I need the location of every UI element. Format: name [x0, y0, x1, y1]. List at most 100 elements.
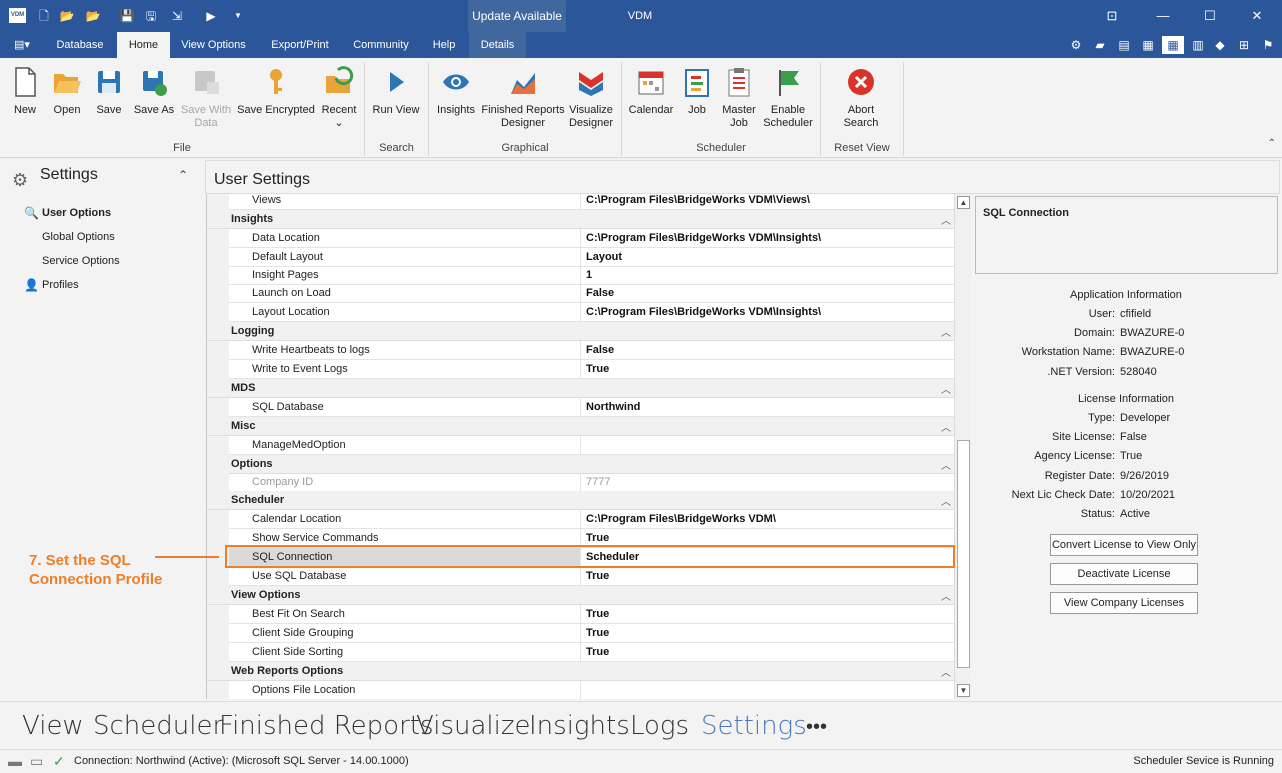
collapse-chevron-icon[interactable]: ︿ [941, 212, 951, 227]
property-row[interactable]: Options File Location [207, 681, 954, 699]
collapse-chevron-icon[interactable]: ︿ [941, 457, 951, 472]
print-icon[interactable]: ▬ [8, 753, 22, 769]
update-available-button[interactable]: Update Available [468, 0, 566, 32]
category-scheduler[interactable]: Scheduler ︿ [207, 491, 954, 510]
property-value[interactable]: True [582, 360, 609, 378]
open-folder-icon[interactable]: 📂 [58, 7, 76, 25]
vertical-scrollbar[interactable]: ▲ ▼ [954, 194, 971, 699]
tab-view-options[interactable]: View Options [171, 32, 256, 58]
nav-settings[interactable]: Settings [701, 711, 807, 741]
deactivate-license-button[interactable]: Deactivate License [1050, 563, 1198, 585]
nav-user-options[interactable]: User Options [42, 207, 111, 219]
nav-global-options[interactable]: Global Options [42, 231, 115, 243]
nav-view[interactable]: View [22, 711, 84, 741]
minimize-icon[interactable]: — [1140, 0, 1186, 32]
tab-details[interactable]: Details [469, 32, 526, 58]
property-value[interactable]: True [582, 624, 609, 642]
connection-icon[interactable]: ▭ [30, 753, 43, 770]
save-as-button[interactable]: Save As [133, 66, 175, 117]
nav-logs[interactable]: Logs [630, 711, 689, 741]
nav-service-options[interactable]: Service Options [42, 255, 120, 267]
calendar-button[interactable]: Calendar [627, 66, 675, 117]
property-row[interactable]: Write Heartbeats to logs False [207, 341, 954, 360]
category-view-options[interactable]: View Options ︿ [207, 586, 954, 605]
nav-insights[interactable]: Insights [529, 711, 630, 741]
property-value[interactable]: False [582, 341, 614, 359]
property-row[interactable]: Client Side Sorting True [207, 643, 954, 662]
nav-scheduler[interactable]: Scheduler [93, 711, 223, 741]
property-value[interactable]: C:\Program Files\BridgeWorks VDM\Insight… [582, 229, 821, 247]
view-company-licenses-button[interactable]: View Company Licenses [1050, 592, 1198, 614]
property-value[interactable]: 1 [582, 266, 592, 284]
customize-dropdown-icon[interactable]: ▼ [229, 7, 247, 25]
finished-reports-designer-button[interactable]: Finished Reports Designer [480, 66, 566, 130]
run-view-button[interactable]: Run View [372, 66, 420, 117]
ribbon-collapse-icon[interactable]: ⌃ [1268, 138, 1276, 149]
settings-doc-icon[interactable]: ⚙ [1067, 36, 1085, 54]
enable-scheduler-button[interactable]: Enable Scheduler [762, 66, 814, 130]
close-icon[interactable]: ✕ [1234, 0, 1280, 32]
property-row[interactable]: ManageMedOption [207, 436, 954, 455]
category-web-reports-options[interactable]: Web Reports Options ︿ [207, 662, 954, 681]
property-row[interactable]: Views C:\Program Files\BridgeWorks VDM\V… [207, 194, 954, 210]
recent-button[interactable]: Recent ⌄ [320, 66, 358, 130]
property-row[interactable]: Data Location C:\Program Files\BridgeWork… [207, 229, 954, 248]
insights-button[interactable]: Insights [434, 66, 478, 117]
save-button[interactable]: Save [94, 66, 124, 117]
nav-finished-reports[interactable]: Finished Reports [219, 711, 434, 741]
save-icon[interactable]: 💾 [118, 7, 136, 25]
file-menu-icon[interactable]: ▤▾ [8, 32, 36, 58]
category-insights[interactable]: Insights ︿ [207, 210, 954, 229]
property-value[interactable]: C:\Program Files\BridgeWorks VDM\Views\ [582, 194, 810, 209]
property-value[interactable]: Layout [582, 248, 622, 266]
flag-icon[interactable]: ⚑ [1259, 36, 1277, 54]
new-button[interactable]: New [10, 66, 40, 117]
property-row[interactable]: Layout Location C:\Program Files\BridgeWo… [207, 303, 954, 322]
collapse-chevron-icon[interactable]: ︿ [941, 381, 951, 396]
tab-community[interactable]: Community [344, 32, 418, 58]
visualize-designer-button[interactable]: Visualize Designer [568, 66, 614, 130]
new-file-icon[interactable]: 🗋 [35, 7, 53, 25]
property-row[interactable]: Client Side Grouping True [207, 624, 954, 643]
crop-icon[interactable]: ⊞ [1235, 36, 1253, 54]
folder-icon[interactable]: ▰ [1091, 36, 1109, 54]
property-row[interactable]: Default Layout Layout [207, 248, 954, 267]
columns-view-icon[interactable]: ▥ [1189, 36, 1207, 54]
property-row[interactable]: Insight Pages 1 [207, 266, 954, 285]
property-row[interactable]: Best Fit On Search True [207, 605, 954, 624]
scroll-up-icon[interactable]: ▲ [957, 196, 970, 209]
run-icon[interactable]: ▶ [202, 7, 220, 25]
property-row[interactable]: Write to Event Logs True [207, 360, 954, 379]
property-value[interactable]: False [582, 284, 614, 302]
property-row[interactable]: Calendar Location C:\Program Files\Bridge… [207, 510, 954, 529]
convert-license-button[interactable]: Convert License to View Only [1050, 534, 1198, 556]
property-value[interactable] [582, 436, 586, 454]
scroll-down-icon[interactable]: ▼ [957, 684, 970, 697]
ribbon-display-icon[interactable]: ⊡ [1089, 0, 1135, 32]
property-value[interactable]: True [582, 605, 609, 623]
property-value[interactable]: C:\Program Files\BridgeWorks VDM\ [582, 510, 776, 528]
category-options[interactable]: Options ︿ [207, 455, 954, 474]
collapse-chevron-icon[interactable]: ⌃ [178, 168, 188, 182]
open-recent-icon[interactable]: 📂 [84, 7, 102, 25]
collapse-chevron-icon[interactable]: ︿ [941, 493, 951, 508]
property-value[interactable] [582, 681, 586, 699]
eraser-icon[interactable]: ◆ [1211, 36, 1229, 54]
collapse-chevron-icon[interactable]: ︿ [941, 324, 951, 339]
tab-export-print[interactable]: Export/Print [258, 32, 342, 58]
nav-more-icon[interactable]: ••• [806, 714, 827, 739]
collapse-chevron-icon[interactable]: ︿ [941, 419, 951, 434]
open-button[interactable]: Open [50, 66, 84, 117]
category-misc[interactable]: Misc ︿ [207, 417, 954, 436]
tab-database[interactable]: Database [44, 32, 116, 58]
nav-visualize[interactable]: Visualize [416, 711, 531, 741]
property-value[interactable]: C:\Program Files\BridgeWorks VDM\Insight… [582, 303, 821, 321]
property-row[interactable]: Use SQL Database True [207, 567, 954, 586]
save-as-icon[interactable]: 🖫 [142, 7, 160, 25]
category-mds[interactable]: MDS ︿ [207, 379, 954, 398]
master-job-button[interactable]: Master Job [719, 66, 759, 130]
property-row[interactable]: Launch on Load False [207, 284, 954, 303]
collapse-chevron-icon[interactable]: ︿ [941, 664, 951, 679]
nav-profiles[interactable]: Profiles [42, 279, 79, 291]
scroll-thumb[interactable] [957, 440, 970, 668]
